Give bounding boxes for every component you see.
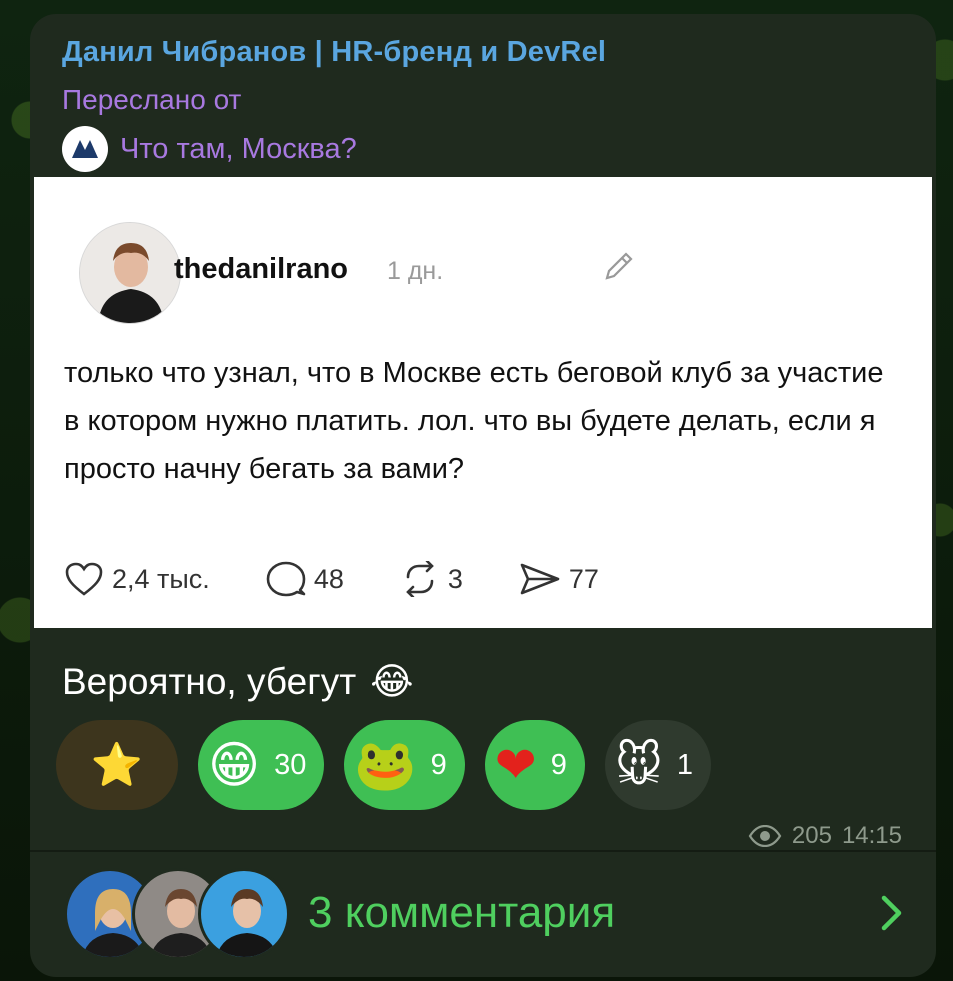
reactions-bar: ⭐ 😁 30 🐸 9 ❤ 9 🐭 1	[56, 720, 711, 810]
reaction-count: 9	[550, 748, 567, 781]
comments-count: 48	[313, 563, 344, 594]
comment-bubble-icon	[266, 561, 306, 597]
reaction-heart[interactable]: ❤ 9	[484, 720, 585, 810]
comments-button[interactable]: 3 комментария	[64, 864, 904, 962]
reaction-grin[interactable]: 😁 30	[198, 720, 325, 810]
reposts-count: 3	[447, 563, 463, 594]
reposts-stat: 3	[400, 561, 463, 597]
reaction-count: 30	[274, 748, 307, 781]
shares-stat: 77	[519, 561, 599, 597]
possum-sticker-icon: 🐭	[614, 739, 663, 791]
post-screenshot[interactable]: thedanilrano 1 дн. только что узнал, что…	[34, 177, 932, 628]
edit-icon	[602, 249, 636, 288]
caption-text: Вероятно, убегут	[62, 660, 357, 702]
source-avatar	[62, 126, 108, 172]
avatar	[198, 868, 290, 960]
reaction-count: 1	[676, 748, 693, 781]
laughing-emoji-icon: 😂	[370, 661, 414, 702]
post-username: thedanilrano	[174, 253, 349, 285]
forwarded-label: Переслано от	[62, 84, 242, 115]
reaction-pepe[interactable]: 🐸 9	[344, 720, 465, 810]
reaction-star[interactable]: ⭐	[56, 720, 178, 810]
star-icon: ⭐	[90, 740, 144, 788]
forwarded-source-name[interactable]: Что там, Москва?	[120, 133, 357, 166]
likes-stat: 2,4 тыс.	[64, 561, 210, 597]
repost-icon	[406, 561, 434, 597]
message-bubble[interactable]: Данил Чибранов | HR-бренд и DevRel Перес…	[30, 14, 936, 977]
forwarded-source[interactable]: Что там, Москва?	[62, 126, 357, 172]
channel-title[interactable]: Данил Чибранов | HR-бренд и DevRel	[62, 36, 606, 69]
heart-icon	[65, 562, 103, 596]
comments-label: 3 комментария	[308, 888, 616, 937]
commenter-avatars	[64, 864, 290, 962]
grin-emoji-icon: 😁	[208, 737, 261, 793]
post-text: только что узнал, что в Москве есть бего…	[64, 357, 884, 485]
post-avatar	[79, 222, 181, 324]
post-stats: 2,4 тыс. 48 3 77	[64, 560, 599, 598]
metro-logo-icon	[72, 140, 98, 158]
message-time: 14:15	[841, 822, 902, 849]
send-icon	[520, 563, 560, 595]
post-time: 1 дн.	[387, 257, 444, 285]
likes-count: 2,4 тыс.	[112, 563, 210, 594]
views-count: 205	[791, 822, 832, 849]
comments-stat: 48	[266, 560, 344, 598]
message-meta: 205 14:15	[748, 822, 902, 850]
message-caption: Вероятно, убегут 😂	[62, 660, 413, 703]
pepe-sticker-icon: 🐸	[354, 737, 417, 793]
chevron-right-icon	[881, 895, 902, 931]
divider	[30, 850, 936, 852]
reaction-count: 9	[430, 748, 447, 781]
reaction-possum[interactable]: 🐭 1	[604, 720, 711, 810]
eye-icon	[748, 825, 782, 847]
red-heart-icon: ❤	[494, 737, 537, 793]
shares-count: 77	[568, 563, 599, 594]
